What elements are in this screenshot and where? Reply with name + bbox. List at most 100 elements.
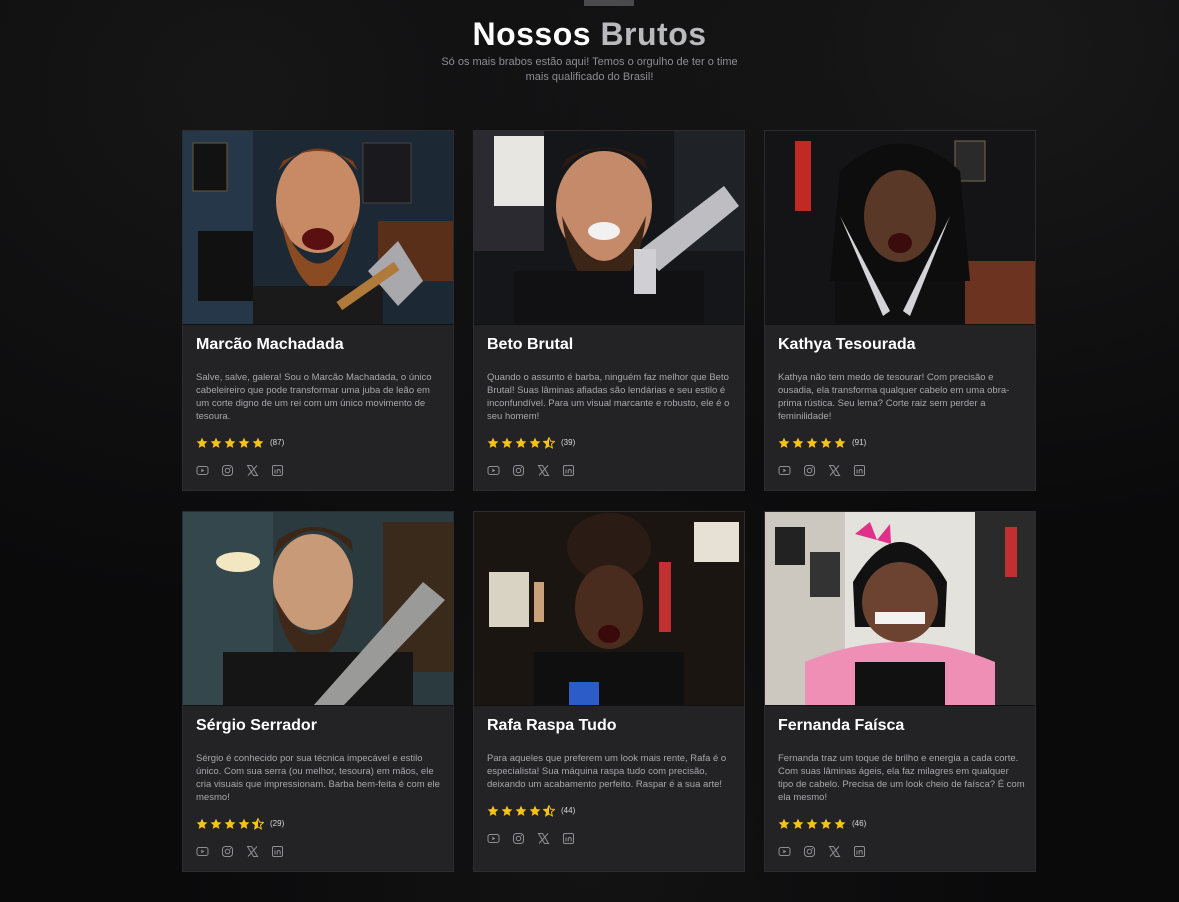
star-full-icon (529, 804, 541, 816)
star-full-icon (238, 436, 250, 448)
barber-bio: Fernanda traz um toque de brilho e energ… (778, 753, 1025, 803)
barber-photo (183, 512, 453, 706)
star-rating (778, 436, 846, 448)
x-icon[interactable] (828, 845, 841, 858)
youtube-icon[interactable] (487, 832, 500, 845)
barber-rating: (91) (778, 436, 866, 448)
star-full-icon (224, 817, 236, 829)
barber-bio: Kathya não tem medo de tesourar! Com pre… (778, 372, 1010, 422)
x-icon[interactable] (537, 464, 550, 477)
star-full-icon (820, 817, 832, 829)
youtube-icon[interactable] (778, 845, 791, 858)
linkedin-icon[interactable] (853, 845, 866, 858)
barber-rating: (46) (778, 817, 866, 829)
social-links (487, 464, 575, 477)
star-rating (487, 804, 556, 817)
barber-rating: (39) (487, 436, 576, 449)
section-title: Nossos Brutos (0, 14, 1179, 54)
star-full-icon (806, 817, 818, 829)
star-full-icon (501, 804, 513, 816)
star-full-icon (806, 436, 818, 448)
social-links (487, 832, 575, 845)
star-full-icon (792, 817, 804, 829)
title-part-2: Brutos (600, 16, 707, 52)
youtube-icon[interactable] (778, 464, 791, 477)
instagram-icon[interactable] (803, 464, 816, 477)
linkedin-icon[interactable] (853, 464, 866, 477)
review-count: (44) (561, 805, 576, 815)
linkedin-icon[interactable] (271, 464, 284, 477)
x-icon[interactable] (246, 845, 259, 858)
review-count: (87) (270, 437, 285, 447)
linkedin-icon[interactable] (562, 832, 575, 845)
star-full-icon (529, 436, 541, 448)
barber-photo (765, 512, 1035, 706)
barber-photo (474, 131, 744, 325)
star-full-icon (778, 817, 790, 829)
youtube-icon[interactable] (196, 845, 209, 858)
barber-card: Fernanda Faísca Fernanda traz um toque d… (764, 511, 1036, 872)
star-full-icon (224, 436, 236, 448)
instagram-icon[interactable] (512, 832, 525, 845)
top-tab-indicator (584, 0, 634, 6)
instagram-icon[interactable] (221, 464, 234, 477)
social-links (778, 464, 866, 477)
star-full-icon (778, 436, 790, 448)
star-half-icon (542, 804, 556, 817)
review-count: (46) (852, 818, 867, 828)
star-full-icon (501, 436, 513, 448)
barber-name: Beto Brutal (487, 336, 574, 353)
x-icon[interactable] (828, 464, 841, 477)
star-rating (487, 436, 556, 449)
barber-name: Rafa Raspa Tudo (487, 717, 617, 734)
barber-photo (183, 131, 453, 325)
barber-photo (765, 131, 1035, 325)
youtube-icon[interactable] (487, 464, 500, 477)
x-icon[interactable] (537, 832, 550, 845)
star-full-icon (820, 436, 832, 448)
star-full-icon (210, 817, 222, 829)
barber-name: Marcão Machadada (196, 336, 344, 353)
barber-card: Kathya Tesourada Kathya não tem medo de … (764, 130, 1036, 491)
star-full-icon (515, 436, 527, 448)
barber-bio: Quando o assunto é barba, ninguém faz me… (487, 372, 730, 422)
barber-rating: (44) (487, 804, 576, 817)
barber-rating: (29) (196, 817, 285, 830)
barber-card: Beto Brutal Quando o assunto é barba, ni… (473, 130, 745, 491)
barber-bio: Salve, salve, galera! Sou o Marcão Macha… (196, 372, 432, 422)
x-icon[interactable] (246, 464, 259, 477)
star-full-icon (238, 817, 250, 829)
barber-rating: (87) (196, 436, 284, 448)
instagram-icon[interactable] (221, 845, 234, 858)
star-full-icon (252, 436, 264, 448)
star-full-icon (515, 804, 527, 816)
linkedin-icon[interactable] (562, 464, 575, 477)
review-count: (91) (852, 437, 867, 447)
star-full-icon (834, 817, 846, 829)
star-half-icon (251, 817, 265, 830)
social-links (196, 845, 284, 858)
barber-card: Rafa Raspa Tudo Para aqueles que prefere… (473, 511, 745, 872)
barber-photo (474, 512, 744, 706)
star-full-icon (834, 436, 846, 448)
social-links (196, 464, 284, 477)
star-full-icon (487, 804, 499, 816)
youtube-icon[interactable] (196, 464, 209, 477)
star-full-icon (196, 817, 208, 829)
review-count: (29) (270, 818, 285, 828)
star-rating (778, 817, 846, 829)
title-part-1: Nossos (472, 16, 592, 52)
barber-name: Fernanda Faísca (778, 717, 905, 734)
section-header: Nossos Brutos Só os mais brabos estão aq… (0, 14, 1179, 85)
barber-bio: Sérgio é conhecido por sua técnica impec… (196, 753, 440, 803)
review-count: (39) (561, 437, 576, 447)
section-subtitle: Só os mais brabos estão aqui! Temos o or… (441, 56, 738, 83)
linkedin-icon[interactable] (271, 845, 284, 858)
star-full-icon (210, 436, 222, 448)
barber-card: Marcão Machadada Salve, salve, galera! S… (182, 130, 454, 491)
social-links (778, 845, 866, 858)
star-full-icon (487, 436, 499, 448)
star-rating (196, 817, 265, 830)
instagram-icon[interactable] (803, 845, 816, 858)
instagram-icon[interactable] (512, 464, 525, 477)
